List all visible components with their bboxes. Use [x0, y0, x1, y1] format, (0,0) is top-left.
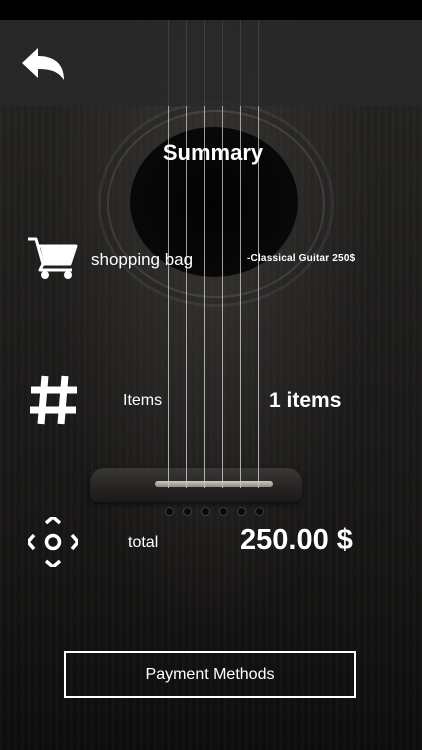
- items-count: 1 items: [269, 389, 342, 412]
- bridge-pin: [256, 508, 263, 515]
- bridge-pin: [202, 508, 209, 515]
- header-bar: [0, 20, 422, 106]
- items-label: Items: [123, 392, 163, 409]
- hash-icon: [28, 374, 80, 431]
- bag-item-text: -Classical Guitar 250$: [247, 253, 356, 264]
- status-bar: [0, 0, 422, 20]
- bridge-pin: [166, 508, 173, 515]
- shopping-bag-label: shopping bag: [91, 250, 194, 269]
- back-arrow-icon: [22, 48, 64, 80]
- total-amount: 250.00 $: [240, 524, 353, 556]
- bridge-pin: [238, 508, 245, 515]
- page-title: Summary: [162, 140, 264, 165]
- back-button[interactable]: [14, 36, 70, 92]
- shopping-cart-icon: [26, 236, 78, 285]
- guitar-saddle: [155, 481, 273, 487]
- total-label: total: [128, 534, 159, 551]
- bridge-pin: [184, 508, 191, 515]
- payment-methods-button[interactable]: Payment Methods: [64, 651, 356, 698]
- target-icon: [26, 515, 80, 572]
- bridge-pin: [220, 508, 227, 515]
